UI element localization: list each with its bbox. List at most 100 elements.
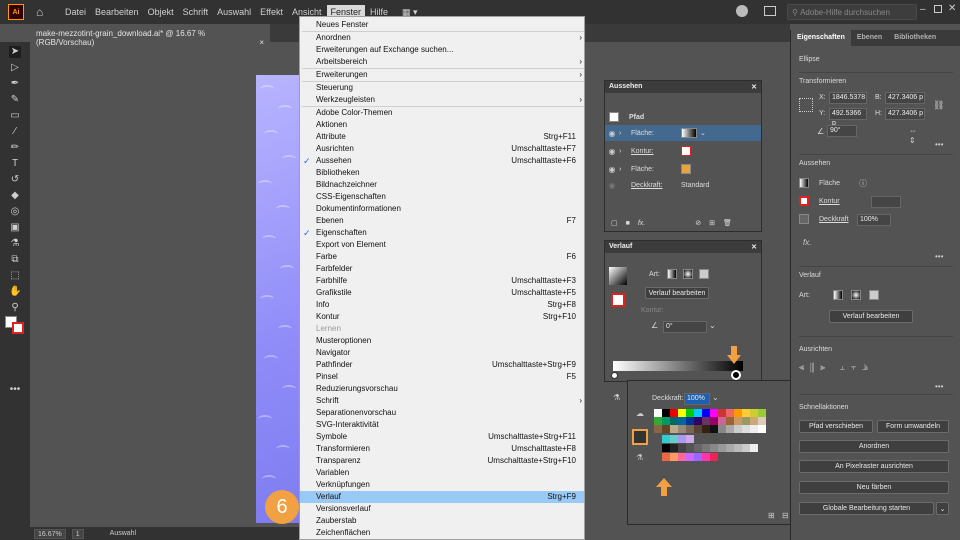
pixelraster-button[interactable]: An Pixelraster ausrichten bbox=[799, 460, 949, 473]
swatch-grid-grays[interactable] bbox=[662, 444, 774, 452]
stroke-none-swatch[interactable] bbox=[681, 146, 691, 156]
new-swatch-icon[interactable]: ⊞ bbox=[768, 511, 775, 520]
more-options-icon[interactable]: ••• bbox=[935, 252, 943, 261]
arrange-icon[interactable] bbox=[764, 6, 776, 16]
constrain-icon[interactable]: ⛓ bbox=[933, 100, 944, 111]
y-field[interactable]: 492.5366 p bbox=[829, 108, 867, 127]
menu-item-neues-fenster[interactable]: Neues Fenster bbox=[300, 19, 584, 31]
eye-icon[interactable]: ◉ bbox=[605, 181, 619, 190]
rotate-icon[interactable]: ↺ bbox=[9, 174, 21, 186]
gradient-slider[interactable] bbox=[613, 361, 743, 371]
menu-item-farbhilfe[interactable]: Farbhilfe Umschalttaste+F3 bbox=[300, 275, 584, 287]
new-fill-icon[interactable]: ■ bbox=[626, 220, 630, 227]
menu-schrift[interactable]: Schrift bbox=[179, 5, 213, 19]
menu-item-verlauf[interactable]: Verlauf Strg+F9 bbox=[300, 491, 584, 503]
document-tab[interactable]: make-mezzotint-grain_download.ai* @ 16.6… bbox=[30, 24, 270, 47]
chevron-down-icon[interactable]: ⌄ bbox=[712, 393, 719, 402]
stroke-width-field[interactable] bbox=[871, 196, 901, 208]
clear-icon[interactable]: ⊘ bbox=[695, 219, 701, 227]
minimize-icon[interactable]: – bbox=[920, 4, 926, 15]
tab-bibliotheken[interactable]: Bibliotheken bbox=[888, 30, 942, 46]
menu-item-navigator[interactable]: Navigator bbox=[300, 347, 584, 359]
menu-objekt[interactable]: Objekt bbox=[144, 5, 178, 19]
menu-item-svg-interaktivität[interactable]: SVG-Interaktivität bbox=[300, 419, 584, 431]
artboard-icon[interactable]: ⬚ bbox=[9, 270, 21, 282]
eraser-icon[interactable]: ◆ bbox=[9, 190, 21, 202]
gradient-preview[interactable] bbox=[609, 267, 627, 285]
menu-item-arbeitsbereich[interactable]: Arbeitsbereich › bbox=[300, 56, 584, 68]
pfad-verschieben-button[interactable]: Pfad verschieben bbox=[799, 420, 873, 433]
flip-horizontal-icon[interactable]: ⇔ bbox=[909, 126, 917, 135]
props-edit-gradient-button[interactable]: Verlauf bearbeiten bbox=[829, 310, 913, 323]
align-icons[interactable]: ⫷⫼⫸ ⫠⫟⫡ bbox=[799, 362, 874, 373]
h-field[interactable]: 427.3406 p bbox=[885, 108, 925, 120]
props-fill-swatch[interactable] bbox=[799, 178, 809, 188]
eyedropper-icon[interactable]: ⚗ bbox=[9, 238, 21, 250]
menu-item-css-eigenschaften[interactable]: CSS-Eigenschaften bbox=[300, 191, 584, 203]
menu-effekt[interactable]: Effekt bbox=[256, 5, 287, 19]
menu-item-erweiterungen-auf-exchange-suchen[interactable]: Erweiterungen auf Exchange suchen... bbox=[300, 44, 584, 56]
form-umwandeln-button[interactable]: Form umwandeln bbox=[877, 420, 949, 433]
menu-item-ebenen[interactable]: Ebenen F7 bbox=[300, 215, 584, 227]
shape-builder-icon[interactable]: ◎ bbox=[9, 206, 21, 218]
menu-item-steuerung[interactable]: Steuerung bbox=[300, 82, 584, 94]
menu-item-aussehen[interactable]: ✓ Aussehen Umschalttaste+F6 bbox=[300, 155, 584, 167]
menu-item-ausrichten[interactable]: Ausrichten Umschalttaste+F7 bbox=[300, 143, 584, 155]
eye-icon[interactable]: ◉ bbox=[605, 147, 619, 156]
more-tools-icon[interactable]: ••• bbox=[9, 384, 21, 396]
panel-close-icon[interactable]: ✕ bbox=[751, 83, 757, 91]
chevron-down-icon[interactable]: ⌄ bbox=[709, 321, 716, 330]
menu-item-schrift[interactable]: Schrift › bbox=[300, 395, 584, 407]
props-opacity-field[interactable]: 100% bbox=[857, 214, 891, 226]
menu-item-transparenz[interactable]: Transparenz Umschalttaste+Strg+F10 bbox=[300, 455, 584, 467]
menu-item-verknüpfungen[interactable]: Verknüpfungen bbox=[300, 479, 584, 491]
gradient-tool-icon[interactable]: ▣ bbox=[9, 222, 21, 234]
tab-eigenschaften[interactable]: Eigenschaften bbox=[791, 30, 851, 46]
menu-item-zauberstab[interactable]: Zauberstab bbox=[300, 515, 584, 527]
swatch-grid-brights[interactable] bbox=[662, 453, 774, 461]
close-window-icon[interactable]: ✕ bbox=[948, 3, 956, 14]
eye-icon[interactable]: ◉ bbox=[605, 165, 619, 174]
props-radial-gradient[interactable] bbox=[851, 290, 861, 300]
props-freeform-gradient[interactable] bbox=[869, 290, 879, 300]
menu-item-erweiterungen[interactable]: Erweiterungen › bbox=[300, 69, 584, 81]
globale-bearbeitung-button[interactable]: Globale Bearbeitung starten bbox=[799, 502, 934, 515]
menu-item-aktionen[interactable]: Aktionen bbox=[300, 119, 584, 131]
gradient-stop-right[interactable] bbox=[731, 370, 741, 380]
zoom-icon[interactable]: ⚲ bbox=[9, 302, 21, 314]
freeform-gradient-button[interactable] bbox=[699, 269, 709, 279]
menu-item-zeichenflächen[interactable]: Zeichenflächen bbox=[300, 527, 584, 539]
type-tool-icon[interactable]: T bbox=[9, 158, 21, 170]
fx-icon[interactable]: fx. bbox=[638, 220, 645, 227]
opacity-field[interactable]: 100% bbox=[684, 393, 710, 405]
menu-item-musteroptionen[interactable]: Musteroptionen bbox=[300, 335, 584, 347]
gradient-swatch[interactable] bbox=[681, 128, 697, 138]
linear-gradient-button[interactable] bbox=[667, 269, 677, 279]
picker-eyedropper-icon[interactable]: ⚗ bbox=[636, 453, 643, 462]
tab-ebenen[interactable]: Ebenen bbox=[851, 30, 888, 46]
radial-gradient-button[interactable] bbox=[683, 269, 693, 279]
pen-tool-icon[interactable]: ✒ bbox=[9, 78, 21, 90]
close-tab-icon[interactable]: × bbox=[259, 38, 264, 47]
menu-item-variablen[interactable]: Variablen bbox=[300, 467, 584, 479]
trash-icon[interactable]: 🗑 bbox=[723, 219, 732, 227]
blend-icon[interactable]: ⧉ bbox=[9, 254, 21, 266]
home-icon[interactable]: ⌂ bbox=[36, 6, 50, 18]
anordnen-button[interactable]: Anordnen bbox=[799, 440, 949, 453]
maximize-icon[interactable] bbox=[934, 5, 942, 13]
menu-bearbeiten[interactable]: Bearbeiten bbox=[91, 5, 143, 19]
menu-item-werkzeugleisten[interactable]: Werkzeugleisten › bbox=[300, 94, 584, 106]
menu-item-adobe-color-themen[interactable]: Adobe Color-Themen bbox=[300, 107, 584, 119]
stroke-swatch[interactable] bbox=[12, 322, 24, 334]
rectangle-tool-icon[interactable]: ▭ bbox=[9, 110, 21, 122]
angle-field[interactable]: 0° bbox=[663, 321, 707, 333]
aussehen-fill2-row[interactable]: ◉ › Fläche: bbox=[605, 161, 761, 177]
reference-point-icon[interactable] bbox=[799, 98, 813, 112]
menu-item-symbole[interactable]: Symbole Umschalttaste+Strg+F11 bbox=[300, 431, 584, 443]
menu-item-bibliotheken[interactable]: Bibliotheken bbox=[300, 167, 584, 179]
page-field[interactable]: 1 bbox=[71, 528, 84, 539]
pencil-icon[interactable]: ✏ bbox=[9, 142, 21, 154]
menu-item-bildnachzeichner[interactable]: Bildnachzeichner bbox=[300, 179, 584, 191]
menu-datei[interactable]: Datei bbox=[61, 5, 90, 19]
user-icon[interactable] bbox=[736, 5, 748, 17]
